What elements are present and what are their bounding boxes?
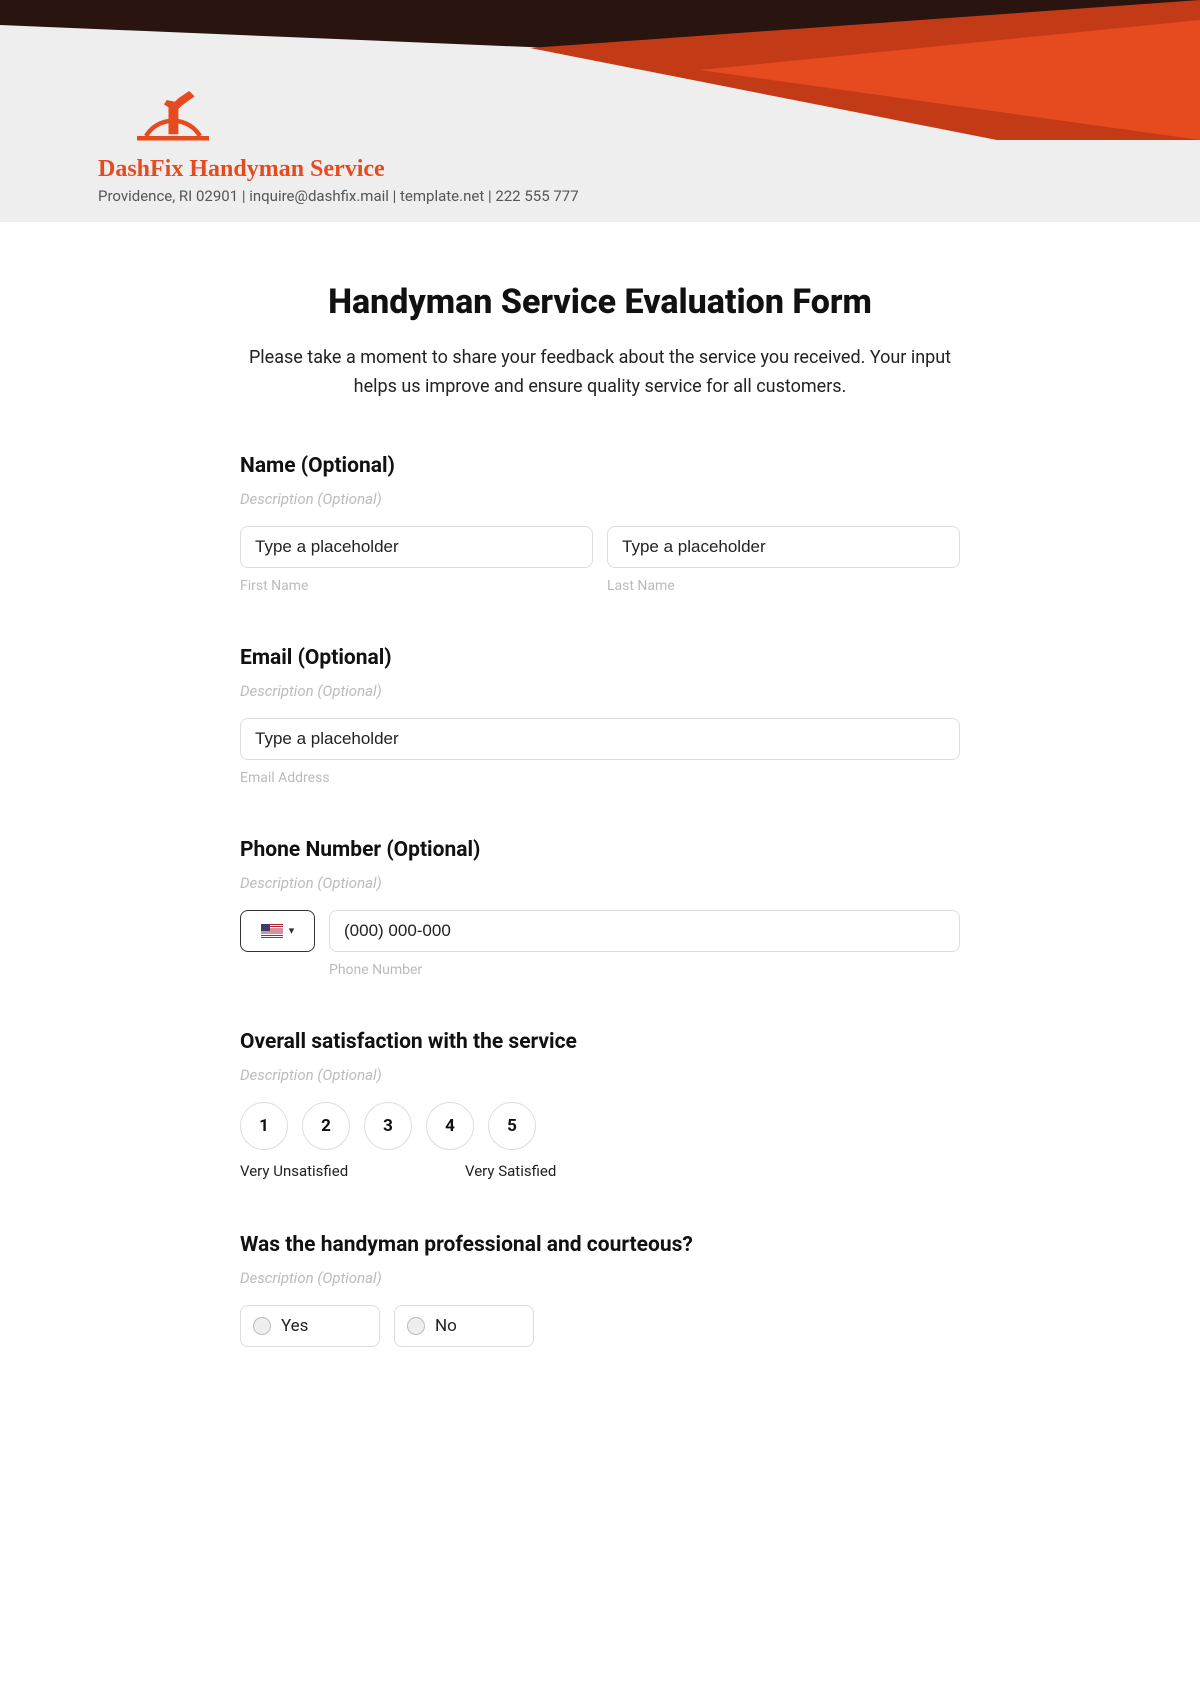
phone-label: Phone Number (Optional) [240, 838, 960, 862]
radio-icon [407, 1317, 425, 1335]
professional-no-text: No [435, 1316, 457, 1336]
email-description: Description (Optional) [240, 682, 960, 700]
satisfaction-description: Description (Optional) [240, 1066, 960, 1084]
first-name-input[interactable] [240, 526, 593, 568]
satisfaction-label: Overall satisfaction with the service [240, 1030, 960, 1054]
country-code-select[interactable]: ▾ [240, 910, 315, 952]
phone-input[interactable] [329, 910, 960, 952]
form-container: Handyman Service Evaluation Form Please … [240, 282, 960, 1347]
professional-yes-text: Yes [281, 1316, 308, 1336]
professional-no-option[interactable]: No [394, 1305, 534, 1347]
name-field-group: Name (Optional) Description (Optional) F… [240, 454, 960, 594]
last-name-sublabel: Last Name [607, 578, 960, 594]
us-flag-icon [261, 924, 283, 938]
professional-field-group: Was the handyman professional and courte… [240, 1233, 960, 1347]
rating-5[interactable]: 5 [488, 1102, 536, 1150]
name-description: Description (Optional) [240, 490, 960, 508]
rating-3[interactable]: 3 [364, 1102, 412, 1150]
hammer-logo-icon [128, 82, 218, 150]
form-title: Handyman Service Evaluation Form [240, 282, 960, 322]
email-input[interactable] [240, 718, 960, 760]
chevron-down-icon: ▾ [289, 924, 295, 937]
professional-description: Description (Optional) [240, 1269, 960, 1287]
rating-low-label: Very Unsatisfied [240, 1162, 350, 1182]
form-subtitle: Please take a moment to share your feedb… [240, 344, 960, 402]
phone-sublabel: Phone Number [329, 962, 960, 978]
rating-4[interactable]: 4 [426, 1102, 474, 1150]
page-header: DashFix Handyman Service Providence, RI … [0, 0, 1200, 222]
name-label: Name (Optional) [240, 454, 960, 478]
first-name-sublabel: First Name [240, 578, 593, 594]
professional-label: Was the handyman professional and courte… [240, 1233, 960, 1257]
logo-block: DashFix Handyman Service Providence, RI … [98, 82, 579, 205]
email-field-group: Email (Optional) Description (Optional) … [240, 646, 960, 786]
company-name: DashFix Handyman Service [98, 156, 579, 183]
phone-description: Description (Optional) [240, 874, 960, 892]
last-name-input[interactable] [607, 526, 960, 568]
header-decoration [0, 0, 1200, 80]
company-info: Providence, RI 02901 | inquire@dashfix.m… [98, 187, 579, 205]
satisfaction-field-group: Overall satisfaction with the service De… [240, 1030, 960, 1182]
radio-icon [253, 1317, 271, 1335]
rating-high-label: Very Satisfied [465, 1162, 556, 1182]
rating-1[interactable]: 1 [240, 1102, 288, 1150]
rating-2[interactable]: 2 [302, 1102, 350, 1150]
professional-yes-option[interactable]: Yes [240, 1305, 380, 1347]
phone-field-group: Phone Number (Optional) Description (Opt… [240, 838, 960, 978]
email-label: Email (Optional) [240, 646, 960, 670]
email-sublabel: Email Address [240, 770, 960, 786]
